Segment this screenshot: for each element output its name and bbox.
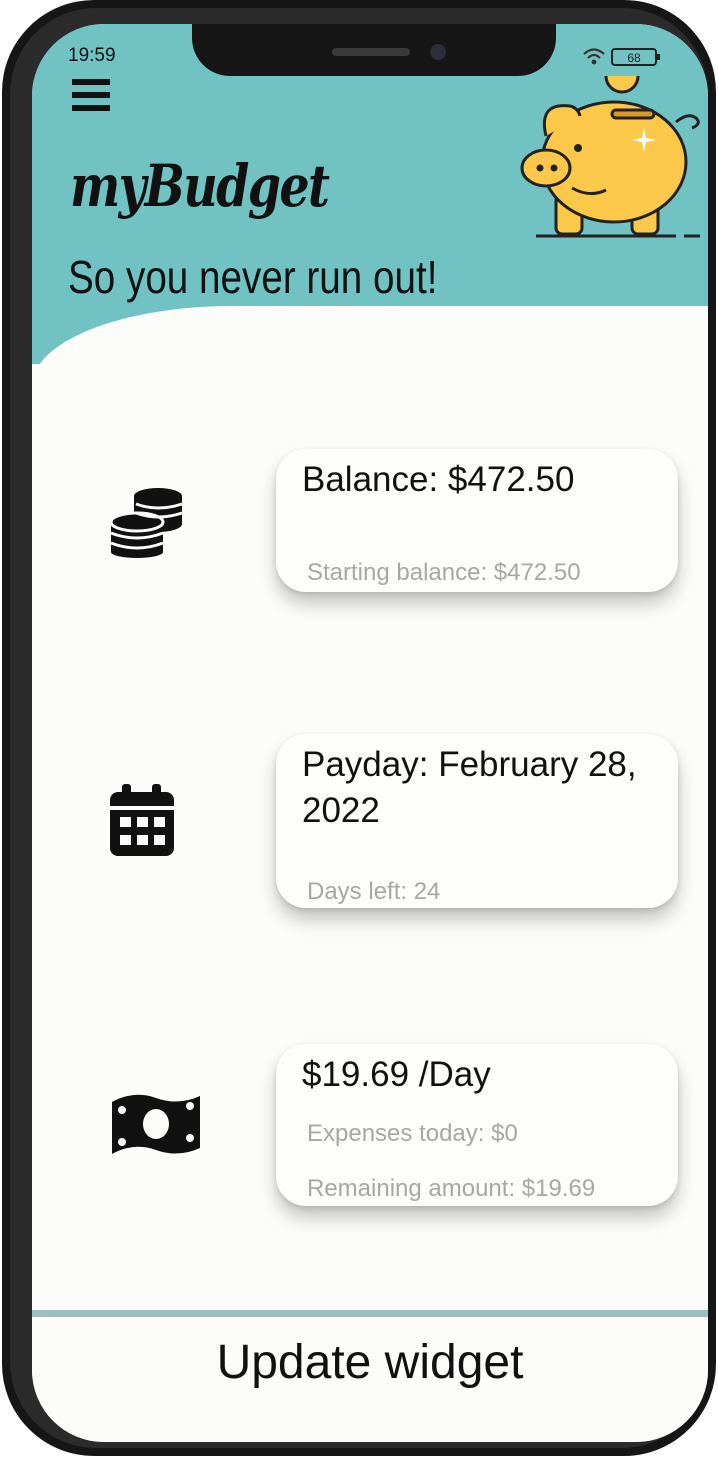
phone-bezel: 19:59 68 myBudget So you never run out! … — [10, 8, 708, 1448]
app-title: myBudget — [70, 152, 330, 220]
remaining-amount: Remaining amount: $19.69 — [307, 1175, 596, 1202]
piggy-bank-icon — [520, 76, 700, 238]
money-bill-icon — [112, 1094, 200, 1154]
status-icons: 68 — [582, 46, 664, 73]
app-tagline: So you never run out! — [68, 251, 438, 303]
phone-frame: 19:59 68 myBudget So you never run out! … — [2, 0, 716, 1456]
battery-level: 68 — [627, 51, 641, 65]
balance-card: Balance: $472.50 Starting balance: $472.… — [276, 449, 678, 592]
payday-title: Payday: February 28, 2022 — [302, 745, 637, 830]
payday-card: Payday: February 28, 2022 Days left: 24 — [276, 734, 678, 908]
expenses-today: Expenses today: $0 — [307, 1120, 518, 1147]
starting-balance: Starting balance: $472.50 — [307, 559, 581, 586]
days-left: Days left: 24 — [307, 878, 441, 905]
daily-allowance-title: $19.69 /Day — [302, 1055, 491, 1094]
update-widget-button[interactable]: Update widget — [32, 1335, 708, 1390]
app-screen: 19:59 68 myBudget So you never run out! … — [32, 24, 708, 1442]
calendar-icon — [110, 784, 174, 856]
wifi-icon — [583, 48, 605, 59]
notch — [192, 24, 556, 76]
hamburger-menu-icon[interactable] — [72, 79, 112, 113]
front-camera — [430, 44, 446, 60]
footer-divider — [32, 1310, 708, 1317]
balance-title: Balance: $472.50 — [302, 460, 575, 499]
daily-allowance-card: $19.69 /Day Expenses today: $0 Remaining… — [276, 1044, 678, 1206]
coins-icon — [110, 488, 183, 558]
footer-bar: Update widget — [32, 1317, 708, 1442]
battery-icon: 68 — [611, 48, 660, 66]
status-time: 19:59 — [68, 45, 116, 66]
speaker — [332, 48, 410, 56]
